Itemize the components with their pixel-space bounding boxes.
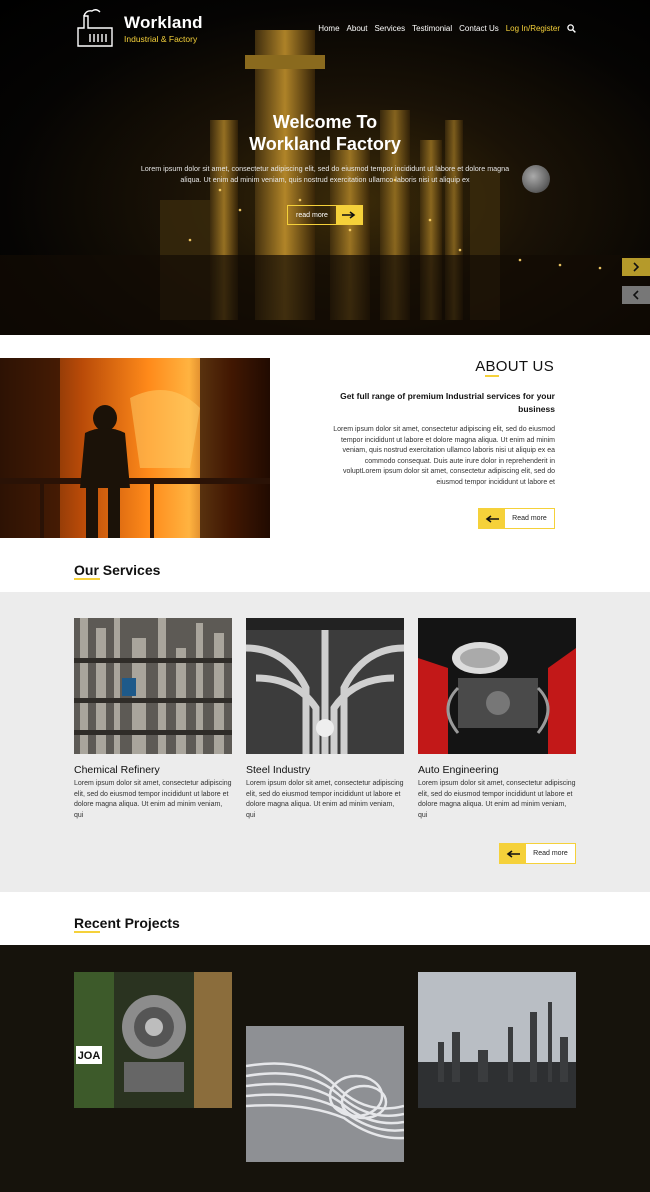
main-nav: Home About Services Testimonial Contact … (318, 24, 576, 33)
nav-login-register[interactable]: Log In/Register (506, 24, 560, 33)
services-read-more-button[interactable]: Read more (499, 843, 576, 864)
factory-logo-icon (77, 9, 113, 47)
hero-read-more-label: read more (296, 211, 328, 219)
projects-title-underline (74, 931, 100, 933)
chemical-refinery-image (74, 618, 232, 754)
nav-contact[interactable]: Contact Us (459, 24, 499, 33)
services-title-underline (74, 578, 100, 580)
service-name: Auto Engineering (418, 764, 499, 776)
brand-name: Workland (124, 12, 203, 32)
nav-home[interactable]: Home (318, 24, 339, 33)
service-card-steel: Steel Industry Lorem ipsum dolor sit ame… (246, 618, 404, 821)
service-description: Lorem ipsum dolor sit amet, consectetur … (418, 780, 576, 819)
moon (522, 165, 550, 193)
arrow-left-icon (500, 844, 526, 863)
chevron-right-icon (633, 262, 640, 272)
project-engine-image[interactable]: JOA (74, 972, 232, 1108)
nav-testimonial[interactable]: Testimonial (412, 24, 452, 33)
services-read-more-label: Read more (526, 844, 575, 863)
brand-logo[interactable]: Workland Industrial & Factory (74, 6, 203, 50)
license-plate-text: JOA (78, 1050, 101, 1062)
hero-read-more-button[interactable]: read more (287, 205, 363, 225)
service-card-chemical: Chemical Refinery Lorem ipsum dolor sit … (74, 618, 232, 821)
search-icon[interactable] (567, 24, 576, 33)
steel-industry-image (246, 618, 404, 754)
arrow-left-icon (479, 509, 505, 528)
service-description: Lorem ipsum dolor sit amet, consectetur … (74, 780, 232, 819)
service-description: Lorem ipsum dolor sit amet, consectetur … (246, 780, 404, 819)
hero-title-line2: Workland Factory (249, 134, 401, 154)
projects-title: Recent Projects (74, 915, 180, 931)
project-wires-image[interactable] (246, 1026, 404, 1162)
nav-services[interactable]: Services (374, 24, 405, 33)
about-read-more-label: Read more (505, 509, 554, 528)
hero-banner: Workland Industrial & Factory Home About… (0, 0, 650, 335)
service-name: Steel Industry (246, 764, 311, 776)
hero-description: Lorem ipsum dolor sit amet, consectetur … (140, 164, 510, 184)
about-title: ABOUT US (475, 358, 554, 375)
nav-about[interactable]: About (347, 24, 368, 33)
arrow-right-icon (336, 206, 362, 224)
about-furnace-image (0, 358, 270, 538)
about-title-underline (485, 375, 499, 377)
service-card-auto: Auto Engineering Lorem ipsum dolor sit a… (418, 618, 576, 821)
about-description: Lorem ipsum dolor sit amet, consectetur … (333, 426, 555, 486)
about-subtitle: Get full range of premium Industrial ser… (340, 391, 555, 414)
slider-prev-button[interactable] (622, 286, 650, 304)
service-name: Chemical Refinery (74, 764, 160, 776)
hero-title-line1: Welcome To (272, 112, 378, 132)
chevron-left-icon (632, 290, 639, 300)
slider-next-button[interactable] (622, 258, 650, 276)
services-title: Our Services (74, 562, 161, 578)
auto-engineering-image (418, 618, 576, 754)
brand-tagline: Industrial & Factory (124, 33, 198, 44)
hero-title: Welcome To Workland Factory (0, 111, 650, 155)
about-read-more-button[interactable]: Read more (478, 508, 555, 529)
project-refinery-image[interactable] (418, 972, 576, 1108)
